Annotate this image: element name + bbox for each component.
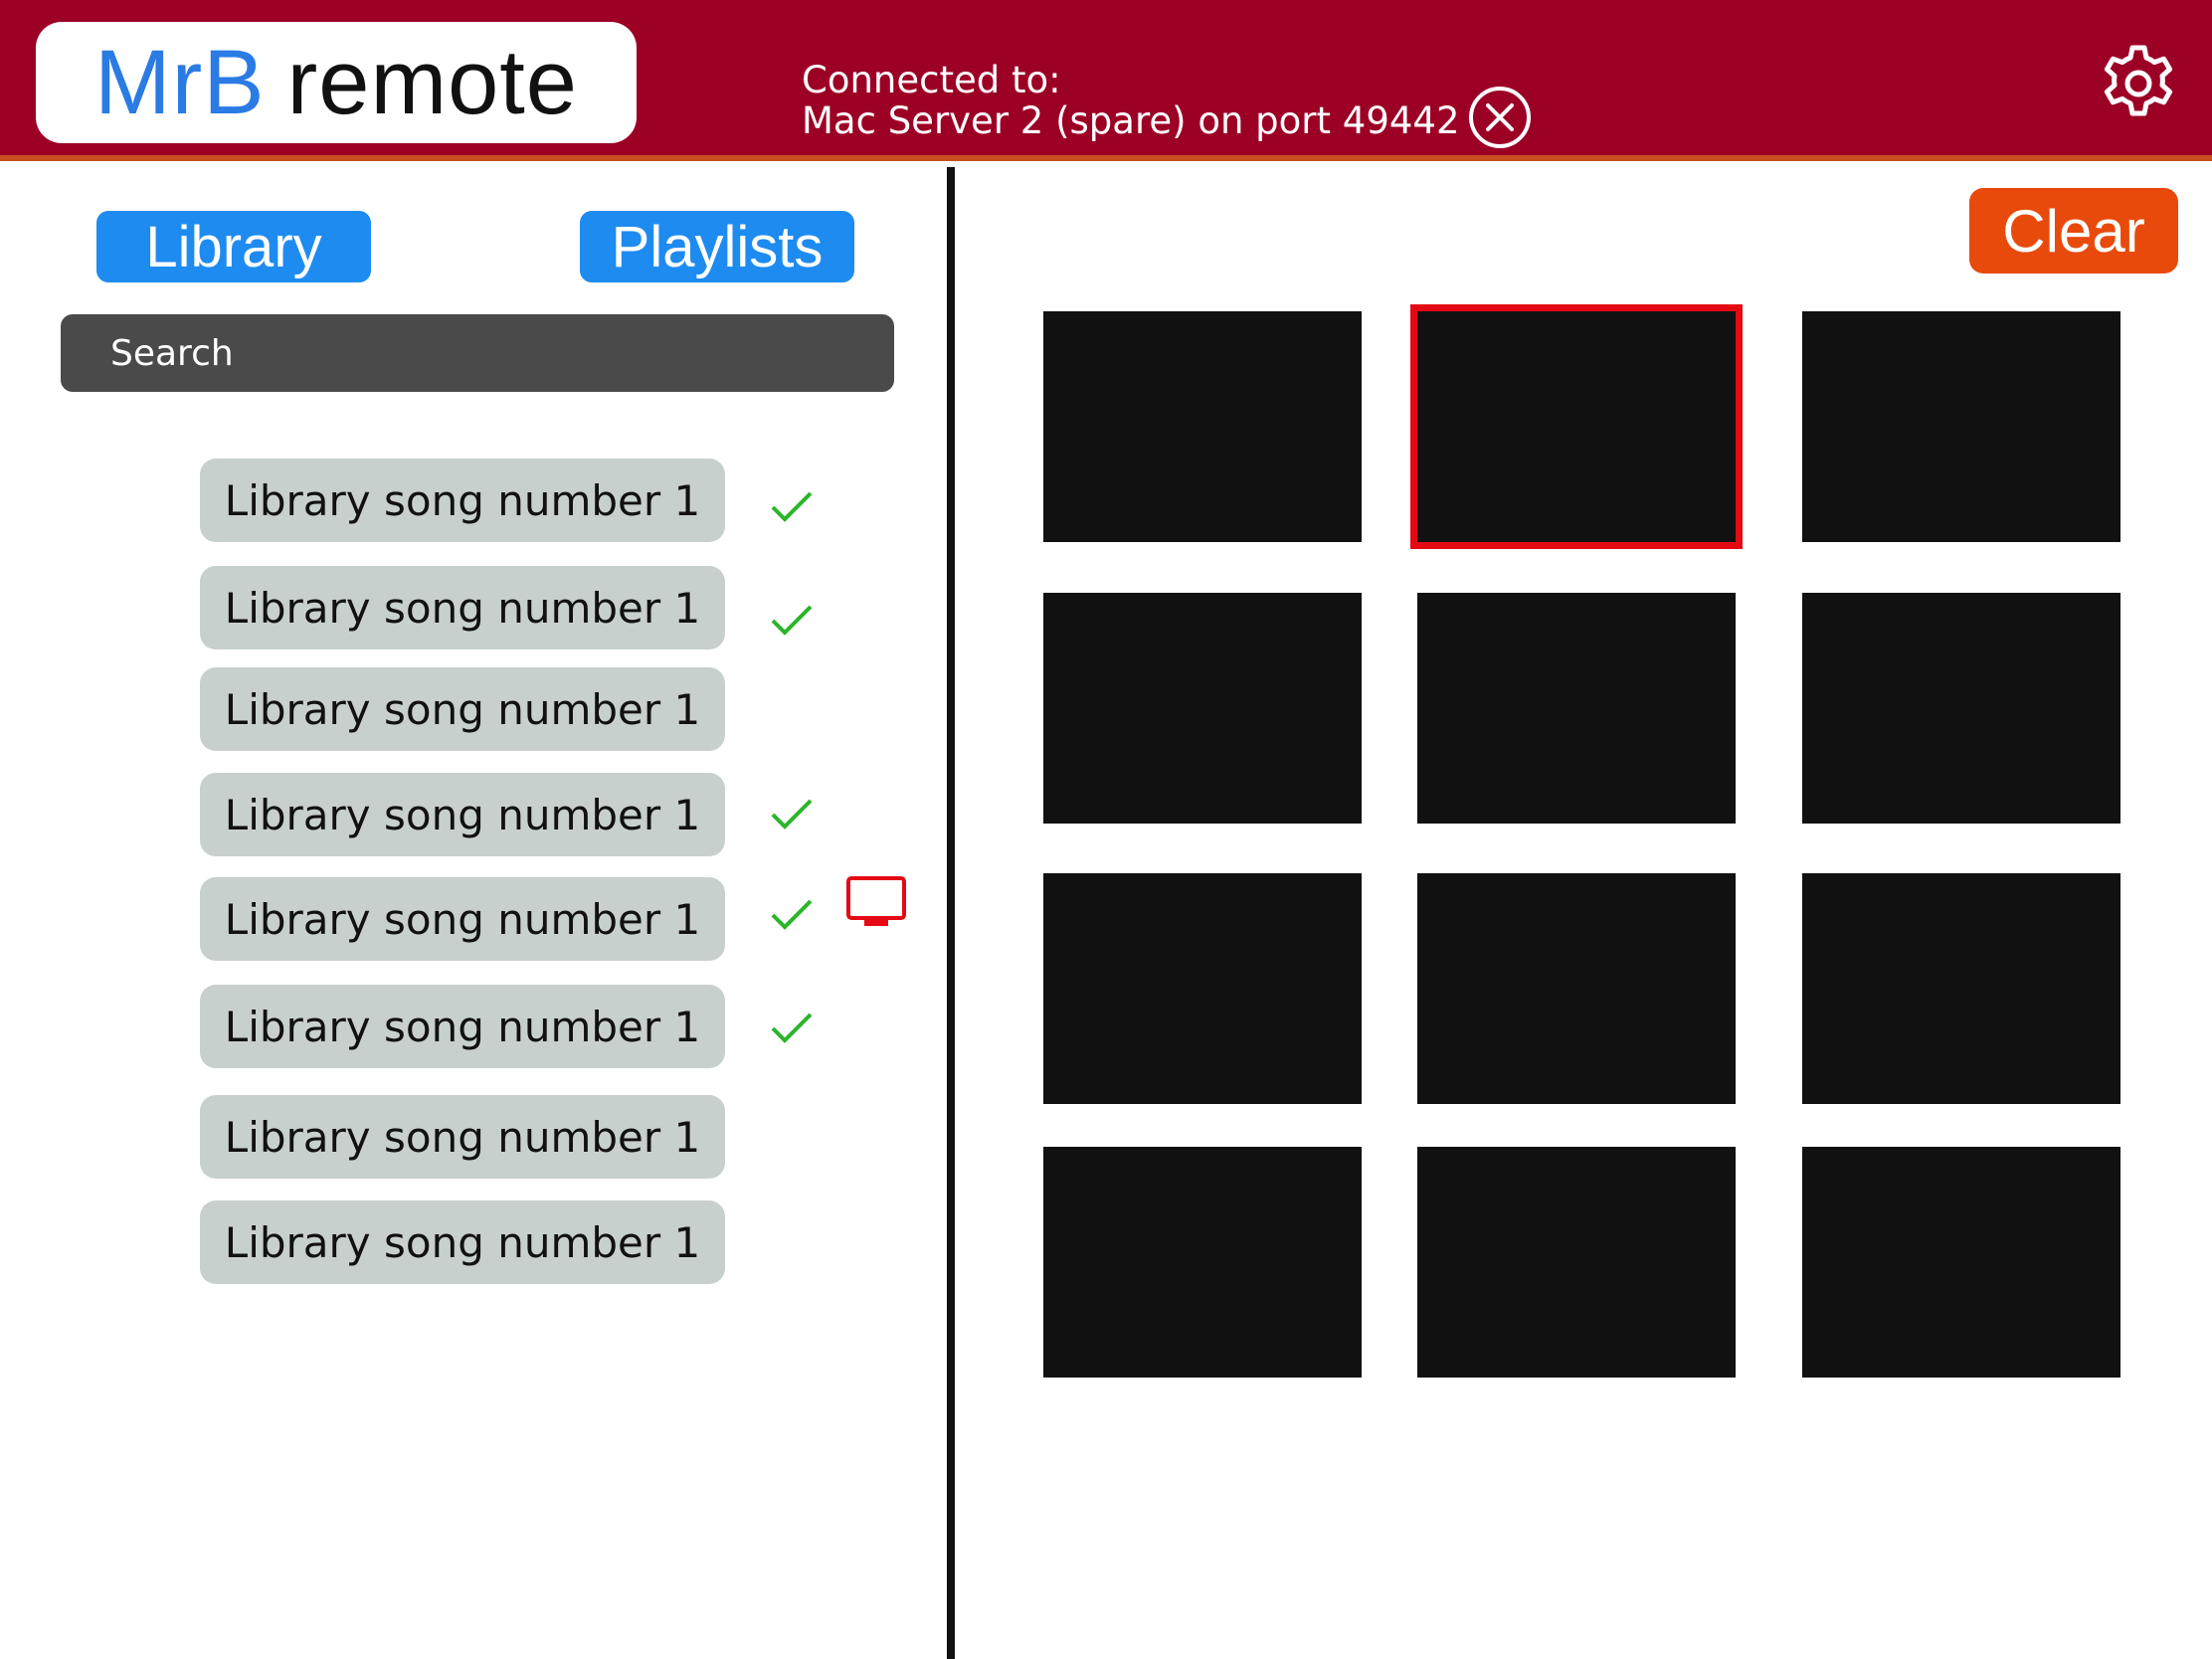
check-icon <box>771 1013 813 1043</box>
grid-tile-9[interactable] <box>1802 873 2120 1104</box>
grid-tile-8[interactable] <box>1417 873 1736 1104</box>
song-item-4[interactable]: Library song number 1 <box>200 773 725 856</box>
grid-tile-3[interactable] <box>1802 311 2120 542</box>
check-icon <box>771 799 813 830</box>
search-input[interactable] <box>61 314 894 392</box>
grid-tile-2-selected[interactable] <box>1410 304 1743 549</box>
grid-tile-11[interactable] <box>1417 1147 1736 1378</box>
grid-tile-12[interactable] <box>1802 1147 2120 1378</box>
song-item-5[interactable]: Library song number 1 <box>200 877 725 961</box>
song-item-7[interactable]: Library song number 1 <box>200 1095 725 1179</box>
song-item-3[interactable]: Library song number 1 <box>200 667 725 751</box>
grid-tile-5[interactable] <box>1417 593 1736 824</box>
panel-divider <box>947 167 955 1659</box>
app-logo: MrB remote <box>36 22 637 143</box>
monitor-icon <box>846 876 906 926</box>
song-item-6[interactable]: Library song number 1 <box>200 985 725 1068</box>
app-header: MrB remote Connected to: Mac Server 2 (s… <box>0 0 2212 161</box>
logo-remote: remote <box>286 32 578 133</box>
check-icon <box>771 899 813 930</box>
clear-button[interactable]: Clear <box>1969 188 2178 274</box>
song-item-2[interactable]: Library song number 1 <box>200 566 725 649</box>
close-circle-icon <box>1469 87 1531 148</box>
check-icon <box>771 491 813 522</box>
grid-tile-1[interactable] <box>1043 311 1362 542</box>
settings-button[interactable] <box>2097 42 2180 125</box>
connection-value: Mac Server 2 (spare) on port 49442 <box>802 99 1460 142</box>
logo-brand: MrB <box>94 32 266 133</box>
grid-tile-6[interactable] <box>1802 593 2120 824</box>
grid-tile-7[interactable] <box>1043 873 1362 1104</box>
tab-playlists[interactable]: Playlists <box>580 211 854 282</box>
disconnect-button[interactable] <box>1466 84 1534 151</box>
grid-tile-4[interactable] <box>1043 593 1362 824</box>
tab-library[interactable]: Library <box>96 211 371 282</box>
connection-label: Connected to: <box>802 59 1061 101</box>
gear-icon <box>2104 45 2173 116</box>
grid-tile-10[interactable] <box>1043 1147 1362 1378</box>
check-icon <box>771 605 813 636</box>
song-item-1[interactable]: Library song number 1 <box>200 459 725 542</box>
song-item-8[interactable]: Library song number 1 <box>200 1200 725 1284</box>
